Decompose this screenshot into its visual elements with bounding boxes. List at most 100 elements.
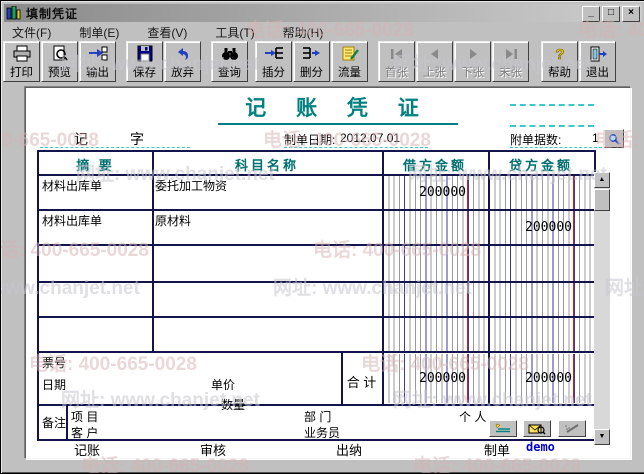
app-window: 填制凭证 _ □ × 文件(F) 制单(E) 查看(V) 工具(T) 帮助(H)… xyxy=(0,0,644,474)
customer-label[interactable]: 客 户 xyxy=(71,424,98,441)
table-line xyxy=(39,244,594,246)
total-debit-amount: 200000 xyxy=(419,371,466,386)
table-line xyxy=(39,281,594,283)
attachments-label: 附单据数: xyxy=(510,133,562,147)
mail-magnifier-icon xyxy=(528,424,546,434)
person-label[interactable]: 个 人 xyxy=(459,408,486,425)
export-icon xyxy=(88,44,108,64)
attachments-search-button[interactable] xyxy=(604,129,624,148)
unit-price-label: 单价 xyxy=(211,378,236,392)
help-icon: ? xyxy=(551,44,569,64)
insert-line-button[interactable]: 插分 xyxy=(255,41,292,82)
maximize-button[interactable]: □ xyxy=(602,6,620,22)
vertical-scrollbar[interactable]: ▲ ▼ xyxy=(594,172,610,445)
exit-label: 退出 xyxy=(586,67,609,79)
query-button[interactable]: 查询 xyxy=(211,41,248,82)
row-credit-amount[interactable]: 200000 xyxy=(489,220,593,235)
remark-label: 备注 xyxy=(42,416,67,430)
help-button[interactable]: ? 帮助 xyxy=(541,41,578,82)
quantity-label: 数量 xyxy=(221,398,246,412)
dashed-line xyxy=(510,104,594,106)
menu-help[interactable]: 帮助(H) xyxy=(275,24,332,41)
table-line xyxy=(152,152,154,351)
salesman-label[interactable]: 业务员 xyxy=(304,424,340,441)
dashed-line xyxy=(510,125,594,127)
date-value[interactable]: 2012.07.01 xyxy=(340,131,400,145)
voucher-table: 摘 要 科目名称 借方金额 贷方金额 材料出库单 委托加工物资 200000 材… xyxy=(37,150,596,441)
cashflow-label: 流量 xyxy=(338,67,361,79)
print-label: 打印 xyxy=(10,67,33,79)
discard-button[interactable]: 放弃 xyxy=(164,41,201,82)
undo-icon xyxy=(173,44,193,64)
row-debit-amount[interactable]: 200000 xyxy=(383,185,487,200)
delete-line-button[interactable]: 删分 xyxy=(293,41,330,82)
project-label[interactable]: 项 目 xyxy=(71,408,98,425)
row-summary[interactable]: 材料出库单 xyxy=(42,212,102,229)
ticket-label: 票号 xyxy=(42,356,67,370)
bookkeeper-label: 记账 xyxy=(74,443,101,458)
wand-button[interactable] xyxy=(558,420,586,437)
export-button[interactable]: 输出 xyxy=(79,41,116,82)
menu-tools[interactable]: 工具(T) xyxy=(207,24,262,41)
row-summary[interactable]: 材料出库单 xyxy=(42,177,102,194)
row-account[interactable]: 委托加工物资 xyxy=(155,177,227,194)
insert-line-icon xyxy=(264,44,284,64)
query-label: 查询 xyxy=(218,67,241,79)
preview-label: 预览 xyxy=(48,67,71,79)
last-voucher-button[interactable]: 末张 xyxy=(492,41,529,82)
table-line xyxy=(66,404,68,439)
title-bar[interactable]: 填制凭证 _ □ × xyxy=(4,4,642,22)
dashed-underline xyxy=(510,147,602,148)
next-label: 下张 xyxy=(461,67,484,79)
print-button[interactable]: 打印 xyxy=(3,41,40,82)
date-footer-label: 日期 xyxy=(42,378,67,392)
total-credit-amount: 200000 xyxy=(525,371,572,386)
magnifier-icon xyxy=(609,133,620,145)
next-voucher-button[interactable]: 下张 xyxy=(454,41,491,82)
save-button[interactable]: 保存 xyxy=(126,41,163,82)
menu-file[interactable]: 文件(F) xyxy=(4,24,59,41)
scroll-down-button[interactable]: ▼ xyxy=(594,429,610,445)
seal-button[interactable] xyxy=(489,420,517,437)
minimize-button[interactable]: _ xyxy=(582,6,600,22)
menu-voucher[interactable]: 制单(E) xyxy=(71,24,127,41)
next-icon xyxy=(464,44,482,64)
export-label: 输出 xyxy=(86,67,109,79)
dashed-underline xyxy=(284,147,428,148)
printer-icon xyxy=(12,44,32,64)
row-account[interactable]: 原材料 xyxy=(155,212,191,229)
total-label: 合 计 xyxy=(346,375,377,390)
close-button[interactable]: × xyxy=(622,6,640,22)
prev-voucher-button[interactable]: 上张 xyxy=(416,41,453,82)
scroll-thumb[interactable] xyxy=(594,189,610,211)
auditor-label: 审核 xyxy=(200,443,227,458)
last-icon xyxy=(502,44,520,64)
insert-line-label: 插分 xyxy=(262,67,285,79)
table-line xyxy=(488,152,490,404)
scroll-up-button[interactable]: ▲ xyxy=(594,172,610,188)
exit-button[interactable]: 退出 xyxy=(579,41,616,82)
cashflow-button[interactable]: 流量 xyxy=(331,41,368,82)
mail-check-button[interactable] xyxy=(523,420,551,437)
preview-icon xyxy=(50,44,70,64)
prev-icon xyxy=(426,44,444,64)
voucher-title: 记 账 凭 证 xyxy=(218,92,458,125)
department-label[interactable]: 部 门 xyxy=(304,408,331,425)
floppy-icon xyxy=(135,44,155,64)
preview-button[interactable]: 预览 xyxy=(41,41,78,82)
first-voucher-button[interactable]: 首张 xyxy=(378,41,415,82)
prev-label: 上张 xyxy=(423,67,446,79)
menu-view[interactable]: 查看(V) xyxy=(139,24,195,41)
toolbar: 打印 预览 输出 保存 放弃 查询 插分 删分 流量 首张 上张 下张 末张 ?… xyxy=(3,41,643,84)
header-debit: 借方金额 xyxy=(402,158,467,173)
table-line xyxy=(39,404,594,406)
first-label: 首张 xyxy=(385,67,408,79)
table-line xyxy=(39,316,594,318)
binoculars-icon xyxy=(220,44,240,64)
delete-line-label: 删分 xyxy=(300,67,323,79)
cashier-label: 出纳 xyxy=(336,443,363,458)
help-label: 帮助 xyxy=(548,67,571,79)
attachments-value[interactable]: 1 xyxy=(592,131,599,145)
debit-grid xyxy=(383,175,487,351)
svg-text:?: ? xyxy=(555,46,564,63)
